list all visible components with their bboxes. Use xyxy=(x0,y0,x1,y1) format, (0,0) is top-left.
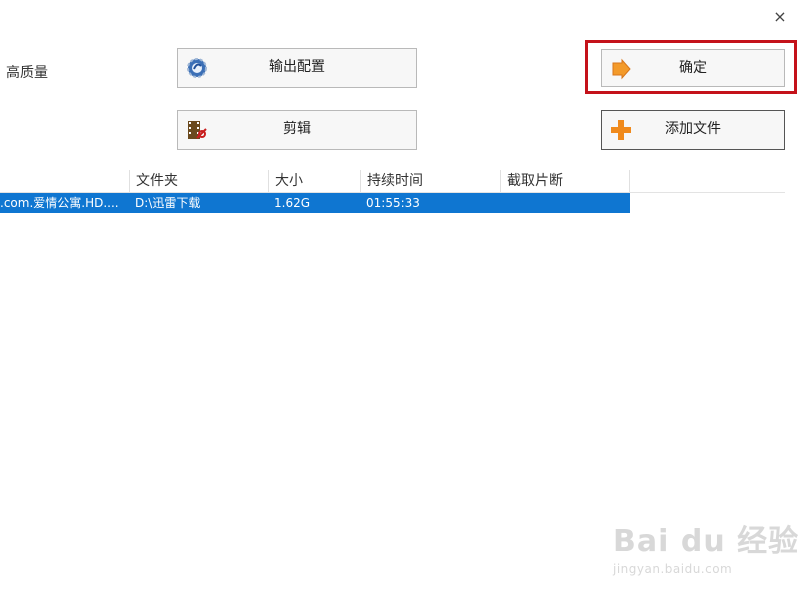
confirm-label: 确定 xyxy=(679,60,707,76)
quality-label: 高质量 xyxy=(6,65,48,81)
add-file-label: 添加文件 xyxy=(665,121,721,137)
cell-duration: 01:55:33 xyxy=(366,196,420,210)
edit-button[interactable]: 剪辑 xyxy=(177,110,417,150)
edit-label: 剪辑 xyxy=(283,121,311,137)
column-header-size[interactable]: 大小 xyxy=(269,170,361,192)
cell-size: 1.62G xyxy=(274,196,311,210)
table-row[interactable]: .com.爱情公寓.HD.... D:\迅雷下载 1.62G 01:55:33 xyxy=(0,193,630,213)
table-header: 文件夹 大小 持续时间 截取片断 xyxy=(0,170,785,193)
add-file-button[interactable]: 添加文件 xyxy=(601,110,785,150)
column-header-name[interactable] xyxy=(0,170,130,192)
output-config-button[interactable]: 输出配置 xyxy=(177,48,417,88)
column-header-folder[interactable]: 文件夹 xyxy=(130,170,269,192)
cell-folder: D:\迅雷下载 xyxy=(135,196,201,210)
close-button[interactable]: × xyxy=(771,8,789,26)
file-table: 文件夹 大小 持续时间 截取片断 .com.爱情公寓.HD.... D:\迅雷下… xyxy=(0,170,785,600)
cell-name: .com.爱情公寓.HD.... xyxy=(0,196,119,210)
cell-clip xyxy=(501,193,630,213)
column-header-duration[interactable]: 持续时间 xyxy=(361,170,501,192)
confirm-button[interactable]: 确定 xyxy=(601,49,785,87)
output-config-label: 输出配置 xyxy=(269,59,325,75)
column-header-clip[interactable]: 截取片断 xyxy=(501,170,630,192)
